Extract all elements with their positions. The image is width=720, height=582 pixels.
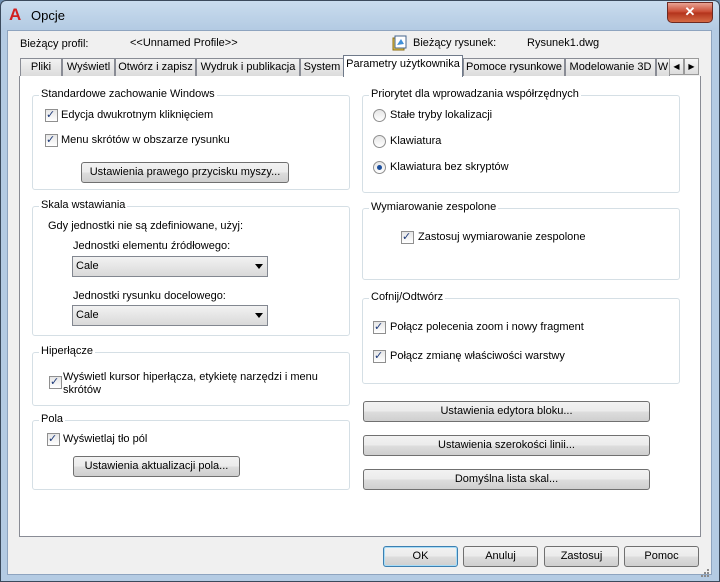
associative-dimensioning-group: Wymiarowanie zespolone bbox=[362, 201, 680, 280]
source-units-select[interactable]: Cale bbox=[72, 256, 268, 277]
hyperlink-title: Hiperłącze bbox=[39, 345, 95, 357]
tab-plot-publish[interactable]: Wydruk i publikacja bbox=[196, 58, 300, 76]
combine-layer-props-label[interactable]: Połącz zmianę właściwości warstwy bbox=[390, 350, 565, 362]
chevron-down-icon bbox=[255, 313, 263, 318]
target-units-label: Jednostki rysunku docelowego: bbox=[73, 290, 226, 302]
keyboard-except-scripts-radio[interactable] bbox=[373, 161, 386, 174]
current-profile-value: <<Unnamed Profile>> bbox=[130, 37, 238, 49]
fields-group: Pola bbox=[32, 413, 350, 490]
tab-drafting[interactable]: Pomoce rysunkowe bbox=[463, 58, 565, 76]
keyboard-entry-label[interactable]: Klawiatura bbox=[390, 135, 441, 147]
insertion-scale-title: Skala wstawiania bbox=[39, 199, 128, 211]
combine-zoom-pan-checkbox[interactable] bbox=[373, 320, 386, 334]
autocad-logo-icon: A bbox=[9, 5, 22, 24]
running-osnap-radio[interactable] bbox=[373, 109, 386, 122]
tab-scroll-left-icon[interactable]: ◀ bbox=[669, 58, 684, 75]
cancel-button[interactable]: Anuluj bbox=[463, 546, 538, 567]
keyboard-except-scripts-label[interactable]: Klawiatura bez skryptów bbox=[390, 161, 509, 173]
fields-title: Pola bbox=[39, 413, 66, 425]
ok-button[interactable]: OK bbox=[383, 546, 458, 567]
target-units-value: Cale bbox=[76, 309, 99, 321]
right-click-customization-button[interactable]: Ustawienia prawego przycisku myszy... bbox=[81, 162, 289, 183]
tab-files[interactable]: Pliki bbox=[20, 58, 62, 76]
chevron-down-icon bbox=[255, 264, 263, 269]
double-click-editing-label[interactable]: Edycja dwukrotnym kliknięciem bbox=[61, 109, 213, 121]
keyboard-entry-radio[interactable] bbox=[373, 135, 386, 148]
apply-button[interactable]: Zastosuj bbox=[544, 546, 619, 567]
field-background-checkbox[interactable] bbox=[47, 432, 60, 446]
tab-system[interactable]: System bbox=[300, 58, 344, 76]
shortcut-menus-label[interactable]: Menu skrótów w obszarze rysunku bbox=[61, 134, 230, 146]
window-title: Opcje bbox=[31, 8, 65, 23]
close-button[interactable]: ✕ bbox=[667, 2, 713, 23]
insertion-scale-intro: Gdy jednostki nie są zdefiniowane, użyj: bbox=[48, 220, 244, 232]
associative-dimensioning-label[interactable]: Zastosuj wymiarowanie zespolone bbox=[418, 231, 586, 243]
help-button[interactable]: Pomoc bbox=[624, 546, 699, 567]
resize-grip-icon[interactable] bbox=[700, 568, 710, 578]
default-scale-list-button[interactable]: Domyślna lista skal... bbox=[363, 469, 650, 490]
windows-behavior-title: Standardowe zachowanie Windows bbox=[39, 88, 217, 100]
field-background-label[interactable]: Wyświetlaj tło pól bbox=[63, 433, 147, 445]
current-profile-label: Bieżący profil: bbox=[20, 38, 89, 50]
hyperlink-cursor-checkbox[interactable] bbox=[49, 375, 62, 389]
undo-redo-group: Cofnij/Odtwórz bbox=[362, 291, 680, 384]
hyperlink-cursor-label-line2[interactable]: skrótów bbox=[63, 384, 101, 396]
field-update-settings-button[interactable]: Ustawienia aktualizacji pola... bbox=[73, 456, 240, 477]
drawing-file-icon bbox=[392, 35, 407, 51]
associative-dimensioning-title: Wymiarowanie zespolone bbox=[369, 201, 499, 213]
target-units-select[interactable]: Cale bbox=[72, 305, 268, 326]
title-bar[interactable]: A Opcje ✕ bbox=[1, 1, 719, 31]
block-editor-settings-button[interactable]: Ustawienia edytora bloku... bbox=[363, 401, 650, 422]
tab-user-preferences[interactable]: Parametry użytkownika bbox=[343, 55, 463, 77]
tab-3d-modeling[interactable]: Modelowanie 3D bbox=[565, 58, 656, 76]
lineweight-settings-button[interactable]: Ustawienia szerokości linii... bbox=[363, 435, 650, 456]
source-units-value: Cale bbox=[76, 260, 99, 272]
combine-layer-props-checkbox[interactable] bbox=[373, 349, 386, 363]
tab-scroll-right-icon[interactable]: ▶ bbox=[684, 58, 699, 75]
shortcut-menus-checkbox[interactable] bbox=[45, 133, 58, 147]
tab-display[interactable]: Wyświetl bbox=[62, 58, 115, 76]
running-osnap-label[interactable]: Stałe tryby lokalizacji bbox=[390, 109, 492, 121]
double-click-editing-checkbox[interactable] bbox=[45, 108, 58, 122]
tab-selection[interactable]: W bbox=[656, 58, 670, 76]
source-units-label: Jednostki elementu źródłowego: bbox=[73, 240, 231, 252]
hyperlink-cursor-label-line1[interactable]: Wyświetl kursor hiperłącza, etykietę nar… bbox=[63, 371, 318, 383]
undo-redo-title: Cofnij/Odtwórz bbox=[369, 291, 446, 303]
current-drawing-value: Rysunek1.dwg bbox=[527, 37, 600, 49]
coordinate-priority-title: Priorytet dla wprowadzania współrzędnych bbox=[369, 88, 581, 100]
current-drawing-label: Bieżący rysunek: bbox=[413, 37, 497, 49]
combine-zoom-pan-label[interactable]: Połącz polecenia zoom i nowy fragment bbox=[390, 321, 584, 333]
associative-dimensioning-checkbox[interactable] bbox=[401, 230, 414, 244]
tab-open-save[interactable]: Otwórz i zapisz bbox=[115, 58, 196, 76]
